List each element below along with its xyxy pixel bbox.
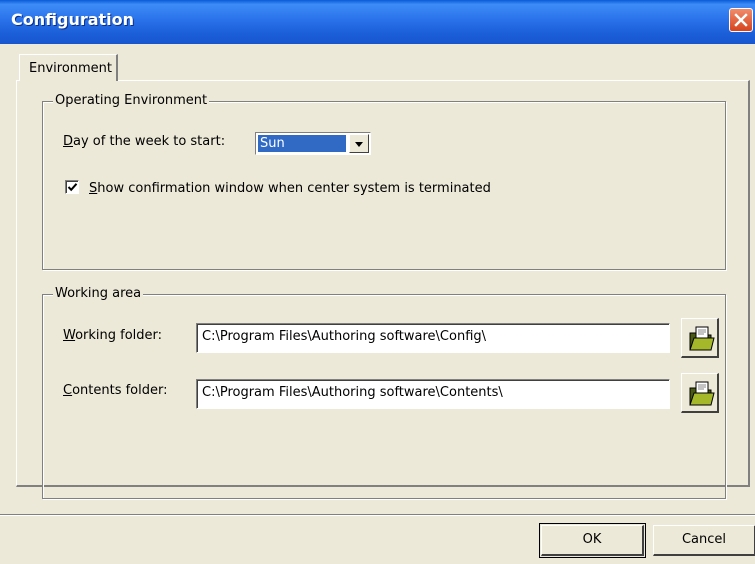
day-label-accel: D [63,134,74,149]
operating-environment-legend: Operating Environment [53,93,210,108]
contents-folder-label: Contents folder: [63,383,168,398]
confirm-label-text: how confirmation window when center syst… [97,181,491,196]
browse-contents-folder-button[interactable] [681,373,719,413]
contents-label-text: ontents folder: [72,383,168,398]
cancel-button[interactable]: Cancel [653,525,755,556]
working-folder-field[interactable]: C:\Program Files\Authoring software\Conf… [196,323,670,353]
tab-environment-label: Environment [29,61,113,76]
working-label-text: orking folder: [75,328,163,343]
contents-folder-field[interactable]: C:\Program Files\Authoring software\Cont… [196,379,670,409]
folder-open-icon [689,326,715,351]
window-title: Configuration [11,10,135,29]
title-bar[interactable]: Configuration [0,0,755,44]
dropdown-button[interactable] [349,134,369,153]
chevron-down-icon [355,142,363,147]
working-area-legend: Working area [53,286,144,301]
day-of-week-value: Sun [258,135,346,152]
check-icon [67,183,78,192]
tab-environment[interactable]: Environment [19,54,118,81]
day-of-week-select[interactable]: Sun [255,132,371,155]
browse-working-folder-button[interactable] [681,318,719,358]
working-folder-label: Working folder: [63,328,162,343]
day-label-text: ay of the week to start: [73,134,226,149]
ok-button[interactable]: OK [539,523,646,558]
close-icon [734,13,748,27]
contents-label-accel: C [63,383,73,398]
folder-open-icon [689,381,715,406]
working-label-accel: W [63,328,76,343]
confirm-checkbox[interactable] [65,180,79,194]
confirm-label[interactable]: Show confirmation window when center sys… [89,181,491,196]
footer-separator [0,514,755,516]
close-button[interactable] [729,8,753,32]
day-of-week-label: Day of the week to start: [63,134,225,149]
